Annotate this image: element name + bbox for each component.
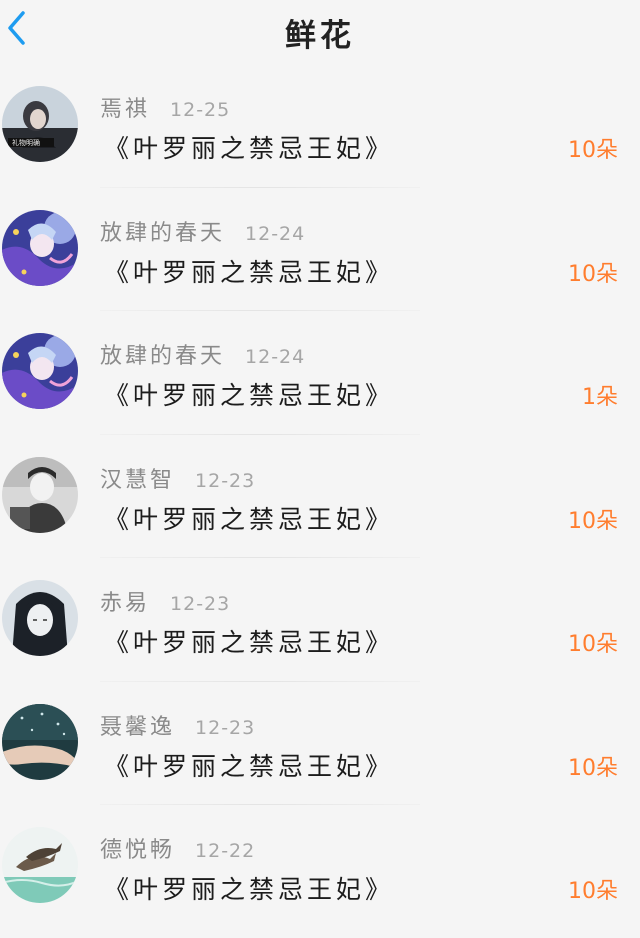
avatar[interactable]: 礼物明确 [2, 86, 78, 162]
flower-count: 10朵 [568, 261, 618, 287]
gift-date: 12-23 [195, 716, 256, 739]
avatar[interactable] [2, 580, 78, 656]
flower-count: 10朵 [568, 755, 618, 781]
gift-date: 12-25 [170, 99, 231, 121]
avatar[interactable] [2, 456, 78, 533]
flower-count: 10朵 [568, 879, 618, 904]
list-item[interactable]: 聂馨逸 12-23 《叶罗丽之禁忌王妃》 10朵 [0, 682, 640, 805]
user-name: 放肆的春天 12-24 [100, 344, 306, 369]
svg-text:礼物明确: 礼物明确 [12, 138, 40, 147]
book-title[interactable]: 《叶罗丽之禁忌王妃》 [104, 129, 394, 165]
book-title[interactable]: 《叶罗丽之禁忌王妃》 [104, 500, 394, 536]
user-name: 德悦畅 12-22 [100, 838, 256, 863]
user-name: 放肆的春天 12-24 [100, 220, 306, 246]
avatar[interactable] [2, 703, 78, 780]
avatar[interactable] [2, 333, 78, 409]
flower-count: 1朵 [582, 385, 618, 410]
book-title[interactable]: 《叶罗丽之禁忌王妃》 [104, 747, 394, 783]
flower-count: 10朵 [568, 632, 618, 657]
user-name: 聂馨逸 12-23 [100, 714, 256, 740]
list-item[interactable]: 放肆的春天 12-24 《叶罗丽之禁忌王妃》 10朵 [0, 188, 640, 311]
list-item[interactable]: 礼物明确 焉祺 12-25 《叶罗丽之禁忌王妃》 10朵 [0, 64, 640, 188]
book-title[interactable]: 《叶罗丽之禁忌王妃》 [104, 623, 394, 659]
user-name: 汉慧智 12-23 [100, 467, 256, 493]
book-title[interactable]: 《叶罗丽之禁忌王妃》 [104, 376, 394, 412]
gift-date: 12-24 [245, 222, 306, 245]
avatar[interactable] [2, 209, 78, 286]
gift-date: 12-24 [245, 346, 306, 368]
book-title[interactable]: 《叶罗丽之禁忌王妃》 [104, 253, 394, 289]
page-title: 鲜花 [285, 18, 355, 54]
list-item[interactable]: 赤易 12-23 《叶罗丽之禁忌王妃》 10朵 [0, 558, 640, 682]
list-item[interactable]: 德悦畅 12-22 《叶罗丽之禁忌王妃》 10朵 [0, 805, 640, 929]
book-title[interactable]: 《叶罗丽之禁忌王妃》 [104, 870, 394, 906]
user-name: 焉祺 12-25 [100, 97, 231, 122]
flower-count: 10朵 [568, 138, 618, 163]
flower-count: 10朵 [568, 508, 618, 534]
gift-date: 12-22 [195, 840, 256, 862]
list-item[interactable]: 放肆的春天 12-24 《叶罗丽之禁忌王妃》 1朵 [0, 311, 640, 435]
list-item[interactable]: 汉慧智 12-23 《叶罗丽之禁忌王妃》 10朵 [0, 435, 640, 558]
gift-date: 12-23 [170, 593, 231, 615]
gift-date: 12-23 [195, 469, 256, 492]
nav-bar: 鲜花 [0, 0, 640, 64]
flower-gift-list: 礼物明确 焉祺 12-25 《叶罗丽之禁忌王妃》 10朵 放肆的春天 12-24 《… [0, 64, 640, 929]
user-name: 赤易 12-23 [100, 591, 231, 616]
avatar[interactable] [2, 827, 78, 903]
